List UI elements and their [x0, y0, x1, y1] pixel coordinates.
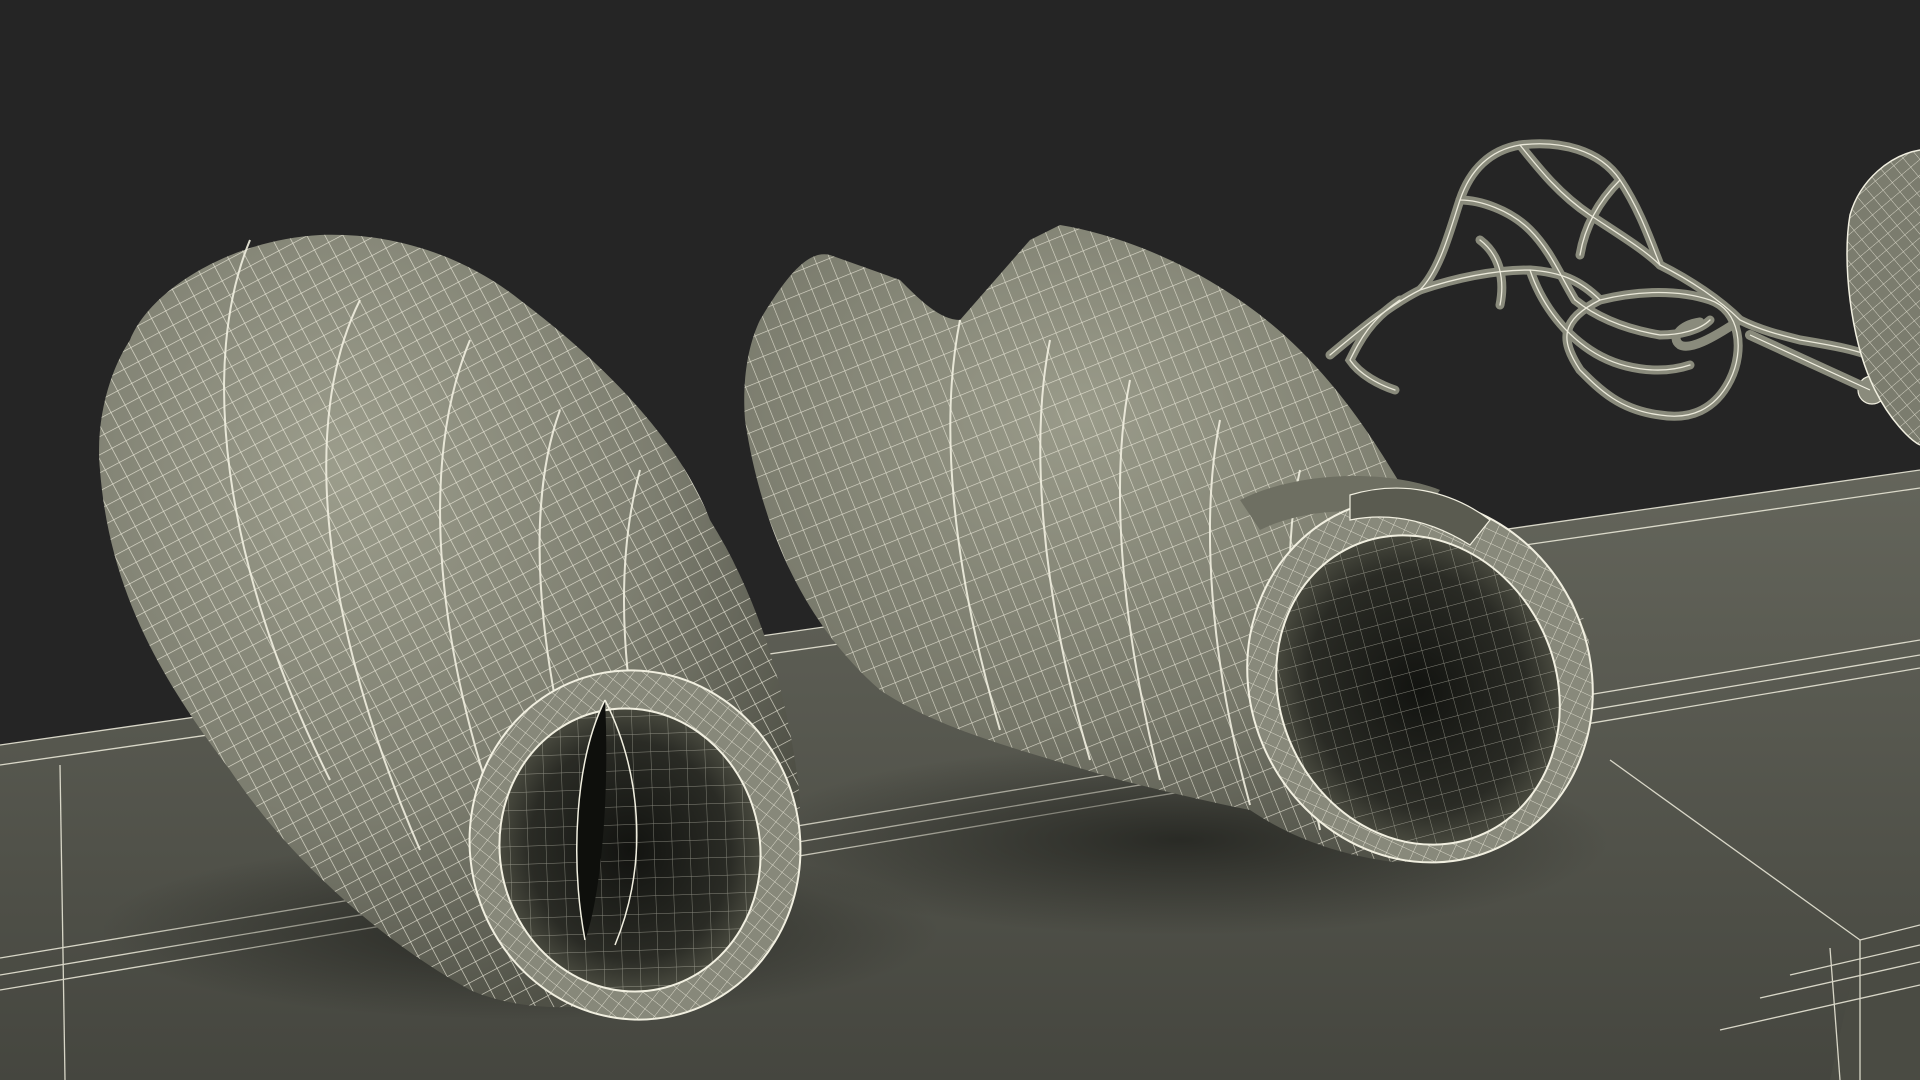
render-viewport [0, 0, 1920, 1080]
wireframe-render-canvas [0, 0, 1920, 1080]
